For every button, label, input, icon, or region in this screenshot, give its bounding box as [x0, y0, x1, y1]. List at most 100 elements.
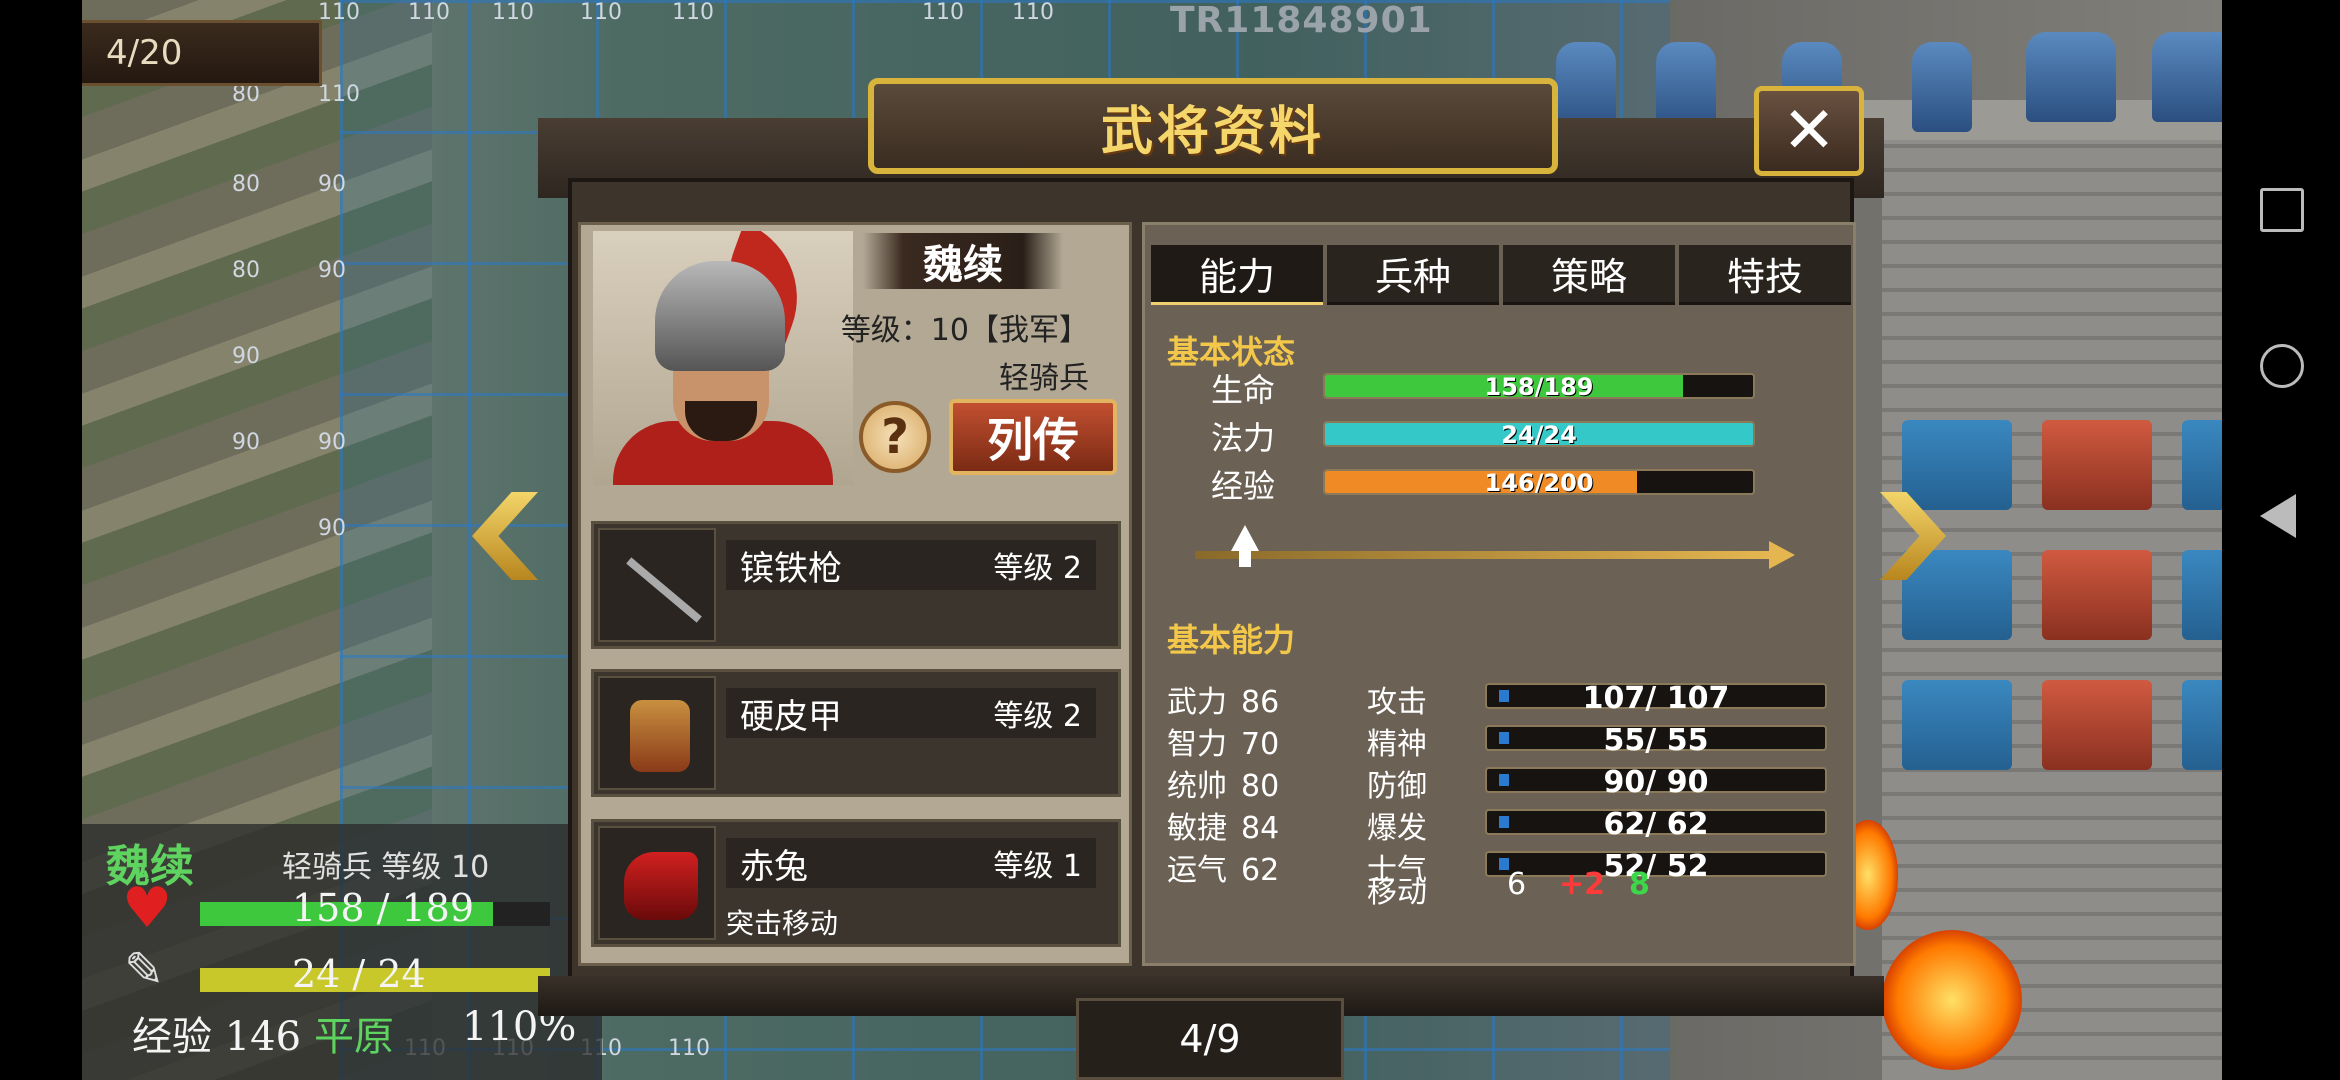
tab-ability[interactable]: 能力	[1151, 245, 1323, 305]
grid-cost: 110	[668, 1036, 710, 1061]
combat-label: 攻击	[1367, 685, 1427, 720]
grid-cost: 90	[318, 258, 346, 283]
grid-cost: 110	[580, 0, 622, 25]
close-button[interactable]: ✕	[1754, 86, 1864, 176]
ability-value: 80	[1241, 769, 1280, 804]
level-progress-spear	[1195, 551, 1775, 559]
move-row: 移动 6 +2 8	[1367, 867, 1650, 911]
horse-icon-box	[598, 826, 716, 940]
ability-label: 智力	[1167, 727, 1227, 762]
recent-apps-icon[interactable]	[2260, 188, 2304, 232]
move-total: 8	[1629, 867, 1650, 902]
stats-tabs: 能力 兵种 策略 特技	[1151, 245, 1851, 305]
grid-cost: 110	[492, 0, 534, 25]
general-name: 魏续	[923, 242, 1003, 288]
equipment-name: 赤兔	[740, 846, 808, 887]
grid-cost: 110	[318, 82, 360, 107]
page-indicator: 4/9	[1076, 998, 1344, 1080]
ability-value: 62	[1241, 853, 1280, 888]
ability-row: 运气 62	[1167, 845, 1279, 889]
biography-button[interactable]: 列传	[949, 399, 1117, 475]
mp-value: 24/24	[1501, 421, 1577, 447]
enemy-soldier[interactable]	[1912, 42, 1972, 132]
unit-exp: 经验 146	[132, 1014, 302, 1060]
hp-value: 158/189	[1484, 373, 1594, 399]
unit-hp-text: 158 / 189	[292, 886, 475, 930]
combat-bar: 107/ 107	[1485, 681, 1827, 716]
level-up-arrow-stem	[1239, 549, 1251, 567]
ability-value: 70	[1241, 727, 1280, 762]
stats-panel: 能力 兵种 策略 特技 基本状态 生命 158/189 法力 24/24 经验 …	[1142, 222, 1856, 966]
fire-effect	[1882, 930, 2022, 1070]
armor-icon-box	[598, 676, 716, 790]
equipment-level: 等级 1	[993, 849, 1082, 884]
building	[2042, 420, 2152, 510]
equipment-slot-armor[interactable]: 硬皮甲 等级 2	[591, 669, 1121, 797]
building	[2042, 680, 2152, 770]
armor-icon	[630, 700, 690, 772]
combat-value: 90/ 90	[1603, 765, 1709, 800]
terrain-name: 平原	[314, 1014, 394, 1060]
grid-cost: 110	[318, 0, 360, 25]
mp-label: 法力	[1211, 419, 1276, 457]
equipment-slot-mount[interactable]: 赤兔 等级 1 突击移动	[591, 819, 1121, 947]
general-name-plate: 魏续	[863, 233, 1063, 289]
general-portrait	[593, 231, 853, 485]
basic-ability-title: 基本能力	[1167, 621, 1296, 659]
unit-mp-text: 24 / 24	[292, 952, 426, 996]
combat-bar: 62/ 62	[1485, 807, 1827, 842]
game-id-watermark: TR11848901	[1170, 0, 1433, 41]
grid-cost: 90	[318, 172, 346, 197]
move-label: 移动	[1367, 875, 1427, 910]
exp-label: 经验	[1211, 467, 1276, 505]
ability-value: 86	[1241, 685, 1280, 720]
turn-counter: 4/20	[82, 20, 322, 86]
help-button[interactable]: ?	[859, 401, 931, 473]
home-icon[interactable]	[2260, 344, 2304, 388]
level-up-arrow-icon	[1231, 525, 1259, 551]
back-icon[interactable]	[2260, 494, 2296, 538]
spear-icon	[626, 557, 702, 623]
feather-icon: ✎	[124, 942, 165, 998]
portrait-helmet	[655, 261, 785, 371]
combat-value: 52/ 52	[1603, 849, 1709, 884]
grid-cost: 110	[408, 0, 450, 25]
grid-cost: 90	[232, 430, 260, 455]
combat-value: 107/ 107	[1582, 681, 1730, 716]
building	[2182, 420, 2222, 510]
dialog-title: 武将资料	[1100, 101, 1325, 162]
mp-bar: 24/24	[1323, 421, 1755, 447]
page-text: 4/9	[1179, 1017, 1241, 1061]
tab-troop-type[interactable]: 兵种	[1327, 245, 1499, 305]
grid-cost: 90	[232, 344, 260, 369]
equipment-name: 镔铁枪	[740, 548, 842, 589]
general-unit-type: 轻骑兵	[999, 361, 1089, 396]
equipment-label: 镔铁枪 等级 2	[726, 540, 1096, 590]
move-base: 6	[1507, 867, 1527, 902]
grid-cost: 110	[922, 0, 964, 25]
ability-row: 统帅 80	[1167, 761, 1279, 805]
biography-label: 列传	[987, 413, 1079, 467]
system-nav-bar	[2222, 0, 2340, 1080]
equipment-slot-weapon[interactable]: 镔铁枪 等级 2	[591, 521, 1121, 649]
equipment-label: 硬皮甲 等级 2	[726, 688, 1096, 738]
tab-skills[interactable]: 特技	[1679, 245, 1851, 305]
unit-info: 轻骑兵 等级 10	[282, 850, 490, 885]
exp-value: 146/200	[1484, 469, 1594, 495]
heart-icon: ♥	[122, 876, 173, 941]
ability-value: 84	[1241, 811, 1280, 846]
ability-row: 智力 70	[1167, 719, 1279, 763]
enemy-cavalry[interactable]	[2026, 32, 2116, 122]
ability-label: 运气	[1167, 853, 1227, 888]
general-info-dialog: 武将资料 ✕ 魏续 等级：10【我军】 轻骑兵 ? 列传 镔铁枪 等级 2 硬皮…	[538, 78, 1884, 1018]
horse-icon	[624, 852, 698, 920]
combat-value: 55/ 55	[1603, 723, 1709, 758]
grid-cost: 80	[232, 172, 260, 197]
combat-label: 精神	[1367, 727, 1427, 762]
weapon-icon-box	[598, 528, 716, 642]
building	[2042, 550, 2152, 640]
tab-strategy[interactable]: 策略	[1503, 245, 1675, 305]
turn-text: 4/20	[106, 33, 183, 73]
enemy-cavalry[interactable]	[2152, 32, 2222, 122]
ability-row: 武力 86	[1167, 677, 1279, 721]
